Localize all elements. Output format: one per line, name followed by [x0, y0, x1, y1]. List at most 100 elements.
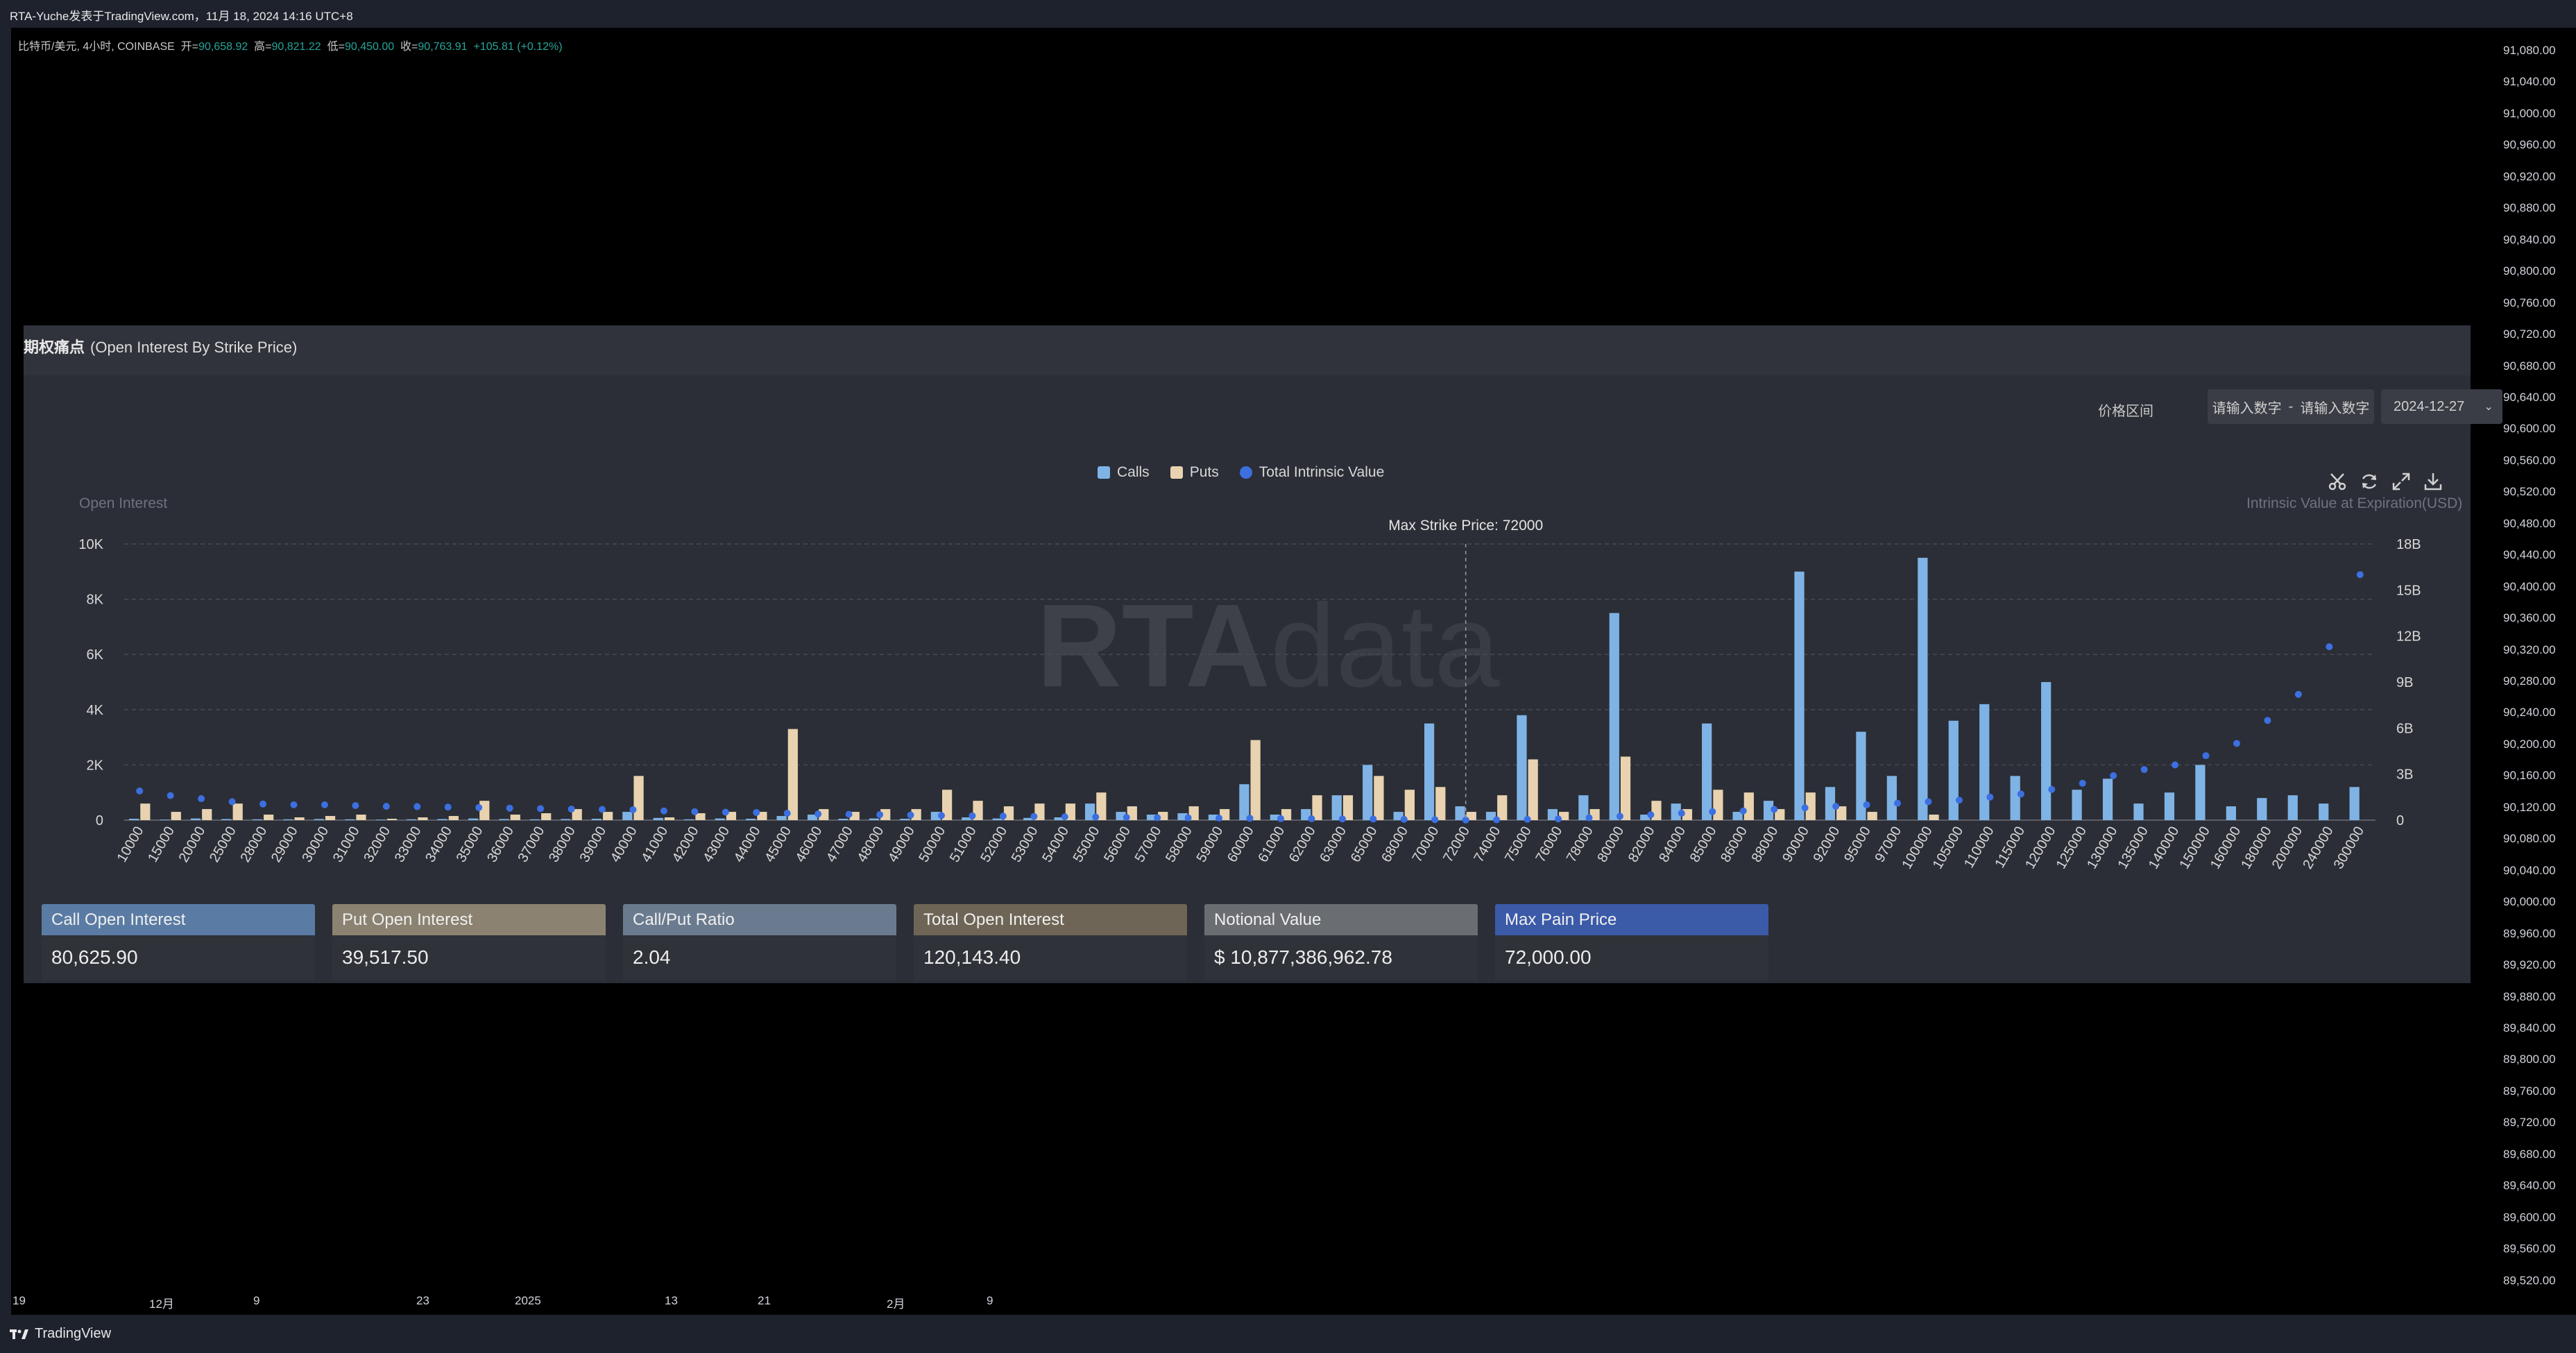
close-label: 收=	[400, 41, 418, 53]
price-tick: 90,120.00	[2503, 800, 2556, 814]
price-tick: 90,720.00	[2503, 327, 2556, 341]
put-bar	[1250, 740, 1261, 820]
call-bar	[684, 819, 694, 820]
intrinsic-point	[1585, 814, 1593, 822]
high-value: 90,821.22	[271, 41, 321, 53]
price-tick: 90,320.00	[2503, 643, 2556, 656]
price-tick: 90,440.00	[2503, 548, 2556, 562]
window-title: RTA-Yuche发表于TradingView.com，11月 18, 2024…	[10, 10, 353, 23]
y-right-tick: 6B	[2396, 721, 2413, 736]
price-tick: 90,520.00	[2503, 485, 2556, 499]
x-tick-label: 37000	[515, 824, 548, 865]
stat-label: Total Open Interest	[914, 904, 1187, 935]
put-bar	[541, 813, 552, 820]
intrinsic-point	[506, 804, 513, 812]
call-bar	[622, 812, 633, 820]
call-bar	[345, 819, 355, 820]
high-label: 高=	[254, 41, 272, 53]
stat-label: Put Open Interest	[332, 904, 606, 935]
x-tick-label: 33000	[392, 824, 425, 865]
intrinsic-point	[1678, 810, 1685, 817]
call-bar	[2319, 803, 2329, 820]
x-tick-label: 63000	[1317, 824, 1349, 865]
call-bar	[283, 819, 293, 820]
price-tick: 90,880.00	[2503, 201, 2556, 215]
call-bar	[499, 819, 509, 820]
time-tick: 9	[253, 1294, 260, 1307]
intrinsic-point	[753, 808, 760, 816]
x-tick-label: 41000	[638, 824, 671, 865]
intrinsic-point	[937, 812, 945, 819]
stat-value: 120,143.40	[914, 935, 1187, 980]
open-label: 开=	[180, 41, 199, 53]
call-bar	[129, 819, 139, 820]
intrinsic-point	[876, 811, 884, 819]
x-tick-label: 76000	[1533, 824, 1565, 865]
price-tick: 89,520.00	[2503, 1273, 2556, 1287]
x-tick-label: 95000	[1841, 824, 1874, 865]
intrinsic-point	[1893, 799, 1901, 807]
price-tick: 90,560.00	[2503, 453, 2556, 467]
price-tick: 90,000.00	[2503, 895, 2556, 909]
call-bar	[2102, 778, 2113, 820]
x-tick-label: 49000	[885, 824, 918, 865]
x-tick-label: 300000	[2331, 824, 2367, 872]
intrinsic-point	[413, 803, 421, 810]
call-bar	[407, 819, 417, 820]
intrinsic-point	[599, 806, 606, 813]
x-tick-label: 10000	[114, 824, 147, 865]
price-tick: 89,600.00	[2503, 1210, 2556, 1224]
call-bar	[561, 819, 571, 820]
intrinsic-point	[1308, 815, 1315, 823]
intrinsic-point	[2233, 740, 2240, 747]
call-bar	[314, 819, 324, 820]
call-bar	[869, 818, 880, 820]
intrinsic-point	[2048, 785, 2056, 793]
stat-value: 72,000.00	[1495, 935, 1768, 980]
tradingview-brand[interactable]: TradingView	[10, 1326, 111, 1342]
intrinsic-point	[1863, 801, 1870, 808]
stat-label: Call Open Interest	[42, 904, 315, 935]
price-tick: 89,560.00	[2503, 1242, 2556, 1256]
x-tick-label: 51000	[947, 824, 980, 865]
call-bar	[1918, 557, 1928, 820]
y-right-tick: 12B	[2396, 629, 2421, 645]
stat-card: Total Open Interest 120,143.40	[914, 904, 1187, 980]
open-interest-chart[interactable]: RTAdata 10K 8K 6K 4K 2K 0 18B 15B 12B 9B 6B 3B 0 10000…	[24, 325, 2471, 901]
change-value: +105.81 (+0.12%)	[473, 41, 563, 53]
call-bar	[653, 817, 663, 820]
price-tick: 91,080.00	[2503, 44, 2556, 57]
intrinsic-point	[783, 810, 791, 817]
intrinsic-point	[382, 803, 390, 810]
call-bar	[375, 819, 386, 820]
x-tick-label: 39000	[577, 824, 609, 865]
stat-label: Call/Put Ratio	[623, 904, 896, 935]
put-bar	[1620, 756, 1631, 820]
price-axis[interactable]: 91,080.00 91,040.00 91,000.00 90,960.00 90,9…	[2468, 28, 2576, 1315]
intrinsic-point	[1030, 812, 1038, 820]
intrinsic-point	[1709, 808, 1716, 815]
price-tick: 90,840.00	[2503, 232, 2556, 246]
intrinsic-point	[321, 801, 328, 808]
x-tick-label: 80000	[1594, 824, 1627, 865]
call-bar	[2257, 798, 2267, 820]
x-tick-label: 44000	[731, 824, 764, 865]
intrinsic-point	[1771, 806, 1778, 813]
x-tick-label: 97000	[1872, 824, 1904, 865]
x-tick-label: 20000	[176, 824, 209, 865]
x-tick-label: 78000	[1564, 824, 1596, 865]
symbol-legend: 比特币/美元, 4小时, COINBASE 开=90,658.92 高=90,8…	[18, 37, 563, 53]
intrinsic-point	[691, 808, 699, 815]
call-bar	[1979, 704, 1990, 820]
put-bar	[787, 729, 798, 820]
chevron-down-icon: ⌄	[2484, 401, 2493, 413]
call-bar	[468, 818, 479, 820]
x-tick-label: 75000	[1502, 824, 1535, 865]
x-tick-label: 62000	[1286, 824, 1319, 865]
x-tick-label: 58000	[1163, 824, 1195, 865]
price-tick: 90,080.00	[2503, 832, 2556, 846]
price-tick: 89,920.00	[2503, 958, 2556, 972]
x-tick-label: 45000	[762, 824, 794, 865]
x-tick-label: 110000	[1961, 824, 1997, 871]
intrinsic-point	[2079, 779, 2086, 787]
